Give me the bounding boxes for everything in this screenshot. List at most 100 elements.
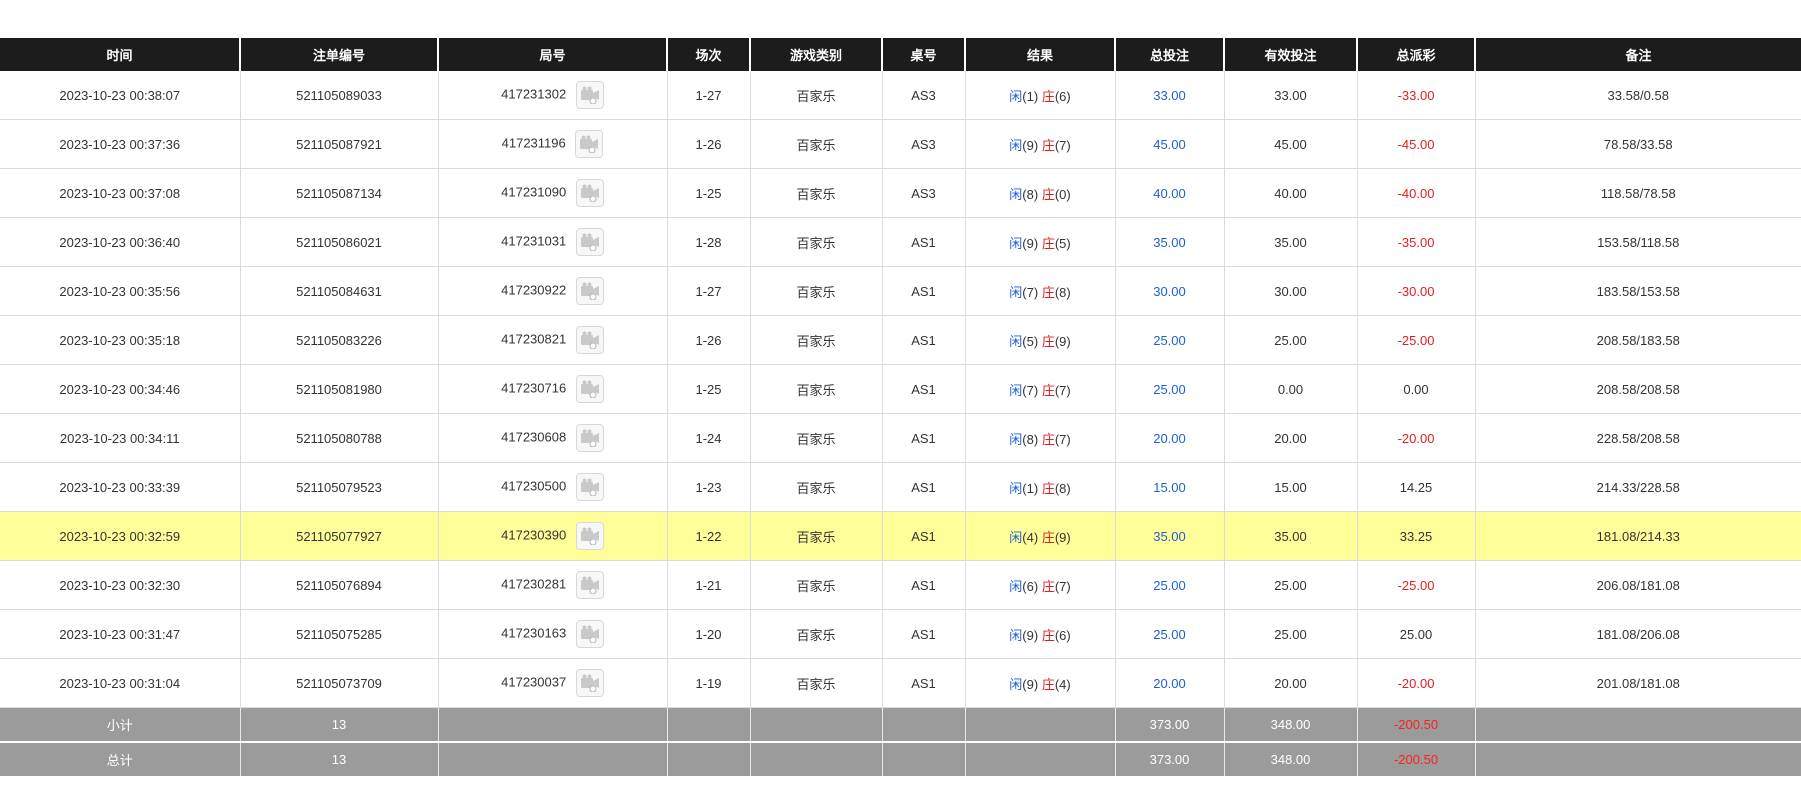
banker-label: 庄 <box>1041 480 1055 496</box>
cell-session: 1-25 <box>666 168 751 218</box>
col-header-table: 桌号 <box>881 38 965 71</box>
col-header-result: 结果 <box>964 38 1115 71</box>
grand-total-label: 总计 <box>0 741 241 778</box>
cell-note: 206.08/181.08 <box>1474 560 1801 610</box>
cell-bet-id: 521105076894 <box>239 560 439 610</box>
col-header-valid-bet: 有效投注 <box>1223 38 1357 71</box>
video-replay-icon[interactable] <box>575 571 604 599</box>
banker-label: 庄 <box>1041 137 1055 153</box>
video-replay-icon[interactable] <box>575 179 604 207</box>
subtotal-payout: -200.50 <box>1356 707 1476 743</box>
banker-score: (7) <box>1054 382 1071 398</box>
player-score: (9) <box>1022 235 1039 251</box>
player-score: (7) <box>1022 382 1039 398</box>
cell-game: 百家乐 <box>749 168 883 218</box>
player-score: (9) <box>1022 137 1039 153</box>
cell-valid-bet: 20.00 <box>1223 658 1358 708</box>
cell-round: 417230281 <box>437 560 668 610</box>
video-replay-icon[interactable] <box>575 424 604 452</box>
cell-bet-id: 521105079523 <box>239 462 439 512</box>
video-replay-icon[interactable] <box>575 522 604 550</box>
table-row: 2023-10-23 00:36:40 521105086021 4172310… <box>0 217 1801 267</box>
col-header-session: 场次 <box>666 38 750 71</box>
cell-bet-id: 521105087134 <box>239 168 439 218</box>
cell-valid-bet: 25.00 <box>1223 609 1358 659</box>
cell-session: 1-27 <box>666 71 751 120</box>
cell-payout: -25.00 <box>1356 560 1476 610</box>
video-replay-icon[interactable] <box>575 277 604 305</box>
cell-round: 417230608 <box>437 413 668 463</box>
cell-time: 2023-10-23 00:31:47 <box>0 609 241 659</box>
cell-round: 417230922 <box>437 266 668 316</box>
banker-label: 庄 <box>1041 284 1055 300</box>
cell-total-bet: 20.00 <box>1114 413 1225 463</box>
cell-round: 417231196 <box>437 119 668 169</box>
cell-valid-bet: 35.00 <box>1223 511 1358 561</box>
cell-game: 百家乐 <box>749 609 883 659</box>
video-replay-icon[interactable] <box>575 130 604 158</box>
video-replay-icon[interactable] <box>575 620 604 648</box>
cell-valid-bet: 20.00 <box>1223 413 1358 463</box>
player-score: (1) <box>1022 88 1039 104</box>
cell-payout: 33.25 <box>1356 511 1476 561</box>
player-score: (6) <box>1022 578 1039 594</box>
video-replay-icon[interactable] <box>575 81 604 109</box>
cell-round: 417231090 <box>437 168 668 218</box>
cell-result: 闲(9) 庄(4) <box>964 658 1116 708</box>
round-number: 417230821 <box>501 331 567 347</box>
banker-label: 庄 <box>1041 88 1055 104</box>
cell-valid-bet: 40.00 <box>1223 168 1358 218</box>
cell-total-bet: 15.00 <box>1114 462 1225 512</box>
player-label: 闲 <box>1009 382 1023 398</box>
cell-game: 百家乐 <box>749 217 883 267</box>
player-label: 闲 <box>1009 627 1023 643</box>
video-replay-icon[interactable] <box>575 669 604 697</box>
banker-label: 庄 <box>1041 382 1055 398</box>
cell-round: 417230037 <box>437 658 668 708</box>
cell-total-bet: 33.00 <box>1114 71 1225 120</box>
cell-valid-bet: 25.00 <box>1223 560 1358 610</box>
video-replay-icon[interactable] <box>575 473 604 501</box>
cell-time: 2023-10-23 00:37:36 <box>0 119 241 169</box>
cell-total-bet: 45.00 <box>1114 119 1225 169</box>
cell-total-bet: 35.00 <box>1114 511 1225 561</box>
banker-label: 庄 <box>1041 627 1055 643</box>
player-score: (7) <box>1022 284 1039 300</box>
cell-total-bet: 25.00 <box>1114 560 1225 610</box>
cell-total-bet: 20.00 <box>1114 658 1225 708</box>
cell-time: 2023-10-23 00:32:30 <box>0 560 241 610</box>
player-label: 闲 <box>1009 284 1023 300</box>
banker-score: (9) <box>1054 529 1071 545</box>
cell-table: AS1 <box>881 658 966 708</box>
cell-table: AS3 <box>881 71 966 120</box>
round-number: 417230922 <box>501 282 567 298</box>
cell-table: AS1 <box>881 364 966 414</box>
banker-label: 庄 <box>1041 186 1055 202</box>
cell-payout: -40.00 <box>1356 168 1476 218</box>
player-score: (9) <box>1022 627 1039 643</box>
banker-score: (8) <box>1054 480 1071 496</box>
table-row: 2023-10-23 00:35:18 521105083226 4172308… <box>0 315 1801 365</box>
player-label: 闲 <box>1009 431 1023 447</box>
cell-time: 2023-10-23 00:37:08 <box>0 168 241 218</box>
grand-total-row: 总计 13 373.00 348.00 -200.50 <box>0 741 1801 778</box>
round-number: 417230037 <box>501 674 567 690</box>
video-replay-icon[interactable] <box>575 326 604 354</box>
table-row: 2023-10-23 00:37:36 521105087921 4172311… <box>0 119 1801 169</box>
cell-payout: -45.00 <box>1356 119 1476 169</box>
cell-bet-id: 521105083226 <box>239 315 439 365</box>
cell-result: 闲(1) 庄(8) <box>964 462 1116 512</box>
round-number: 417230500 <box>501 478 567 494</box>
video-replay-icon[interactable] <box>575 375 604 403</box>
player-label: 闲 <box>1009 137 1023 153</box>
player-label: 闲 <box>1009 186 1023 202</box>
col-header-note: 备注 <box>1474 38 1801 71</box>
round-number: 417230716 <box>501 380 567 396</box>
cell-note: 33.58/0.58 <box>1474 71 1801 120</box>
cell-payout: -20.00 <box>1356 658 1476 708</box>
col-header-round: 局号 <box>437 38 667 71</box>
cell-table: AS1 <box>881 413 966 463</box>
video-replay-icon[interactable] <box>575 228 604 256</box>
cell-note: 78.58/33.58 <box>1474 119 1801 169</box>
cell-result: 闲(7) 庄(7) <box>964 364 1116 414</box>
